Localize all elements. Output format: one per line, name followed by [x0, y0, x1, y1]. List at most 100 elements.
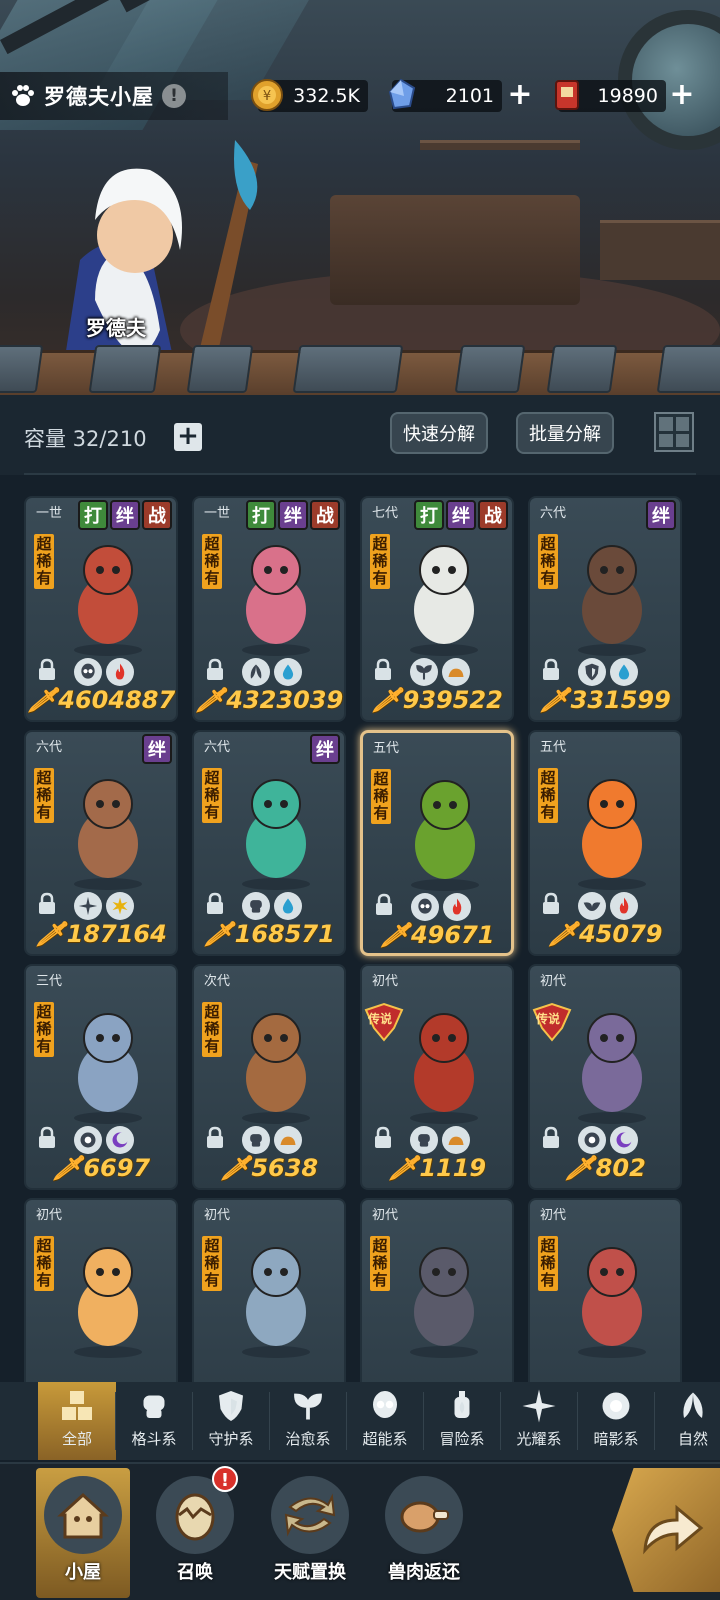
pet-card[interactable]: 五代超稀有 🗡45079: [528, 730, 682, 956]
pet-card[interactable]: 六代绊超稀有 🗡331599: [528, 496, 682, 722]
pet-tag: 战: [478, 500, 508, 530]
power-value: 939522: [402, 686, 503, 714]
lock-icon[interactable]: [540, 658, 562, 682]
info-button[interactable]: !: [162, 84, 186, 108]
filter-separator: [346, 1392, 347, 1450]
pet-tags: 打绊战: [246, 500, 340, 530]
inventory-toolbar: 容量 32/210 + 快速分解 批量分解: [0, 395, 720, 475]
pet-card[interactable]: 初代超稀有: [528, 1198, 682, 1382]
expand-capacity-button[interactable]: +: [174, 423, 202, 451]
pet-generation: 六代: [540, 506, 567, 521]
lock-icon[interactable]: [36, 892, 58, 916]
pet-tag: 绊: [446, 500, 476, 530]
pet-sprite: [578, 1013, 646, 1124]
pet-sprite: [242, 545, 310, 656]
pet-generation: 初代: [540, 974, 567, 989]
pet-tag: 打: [246, 500, 276, 530]
sun-icon: [106, 892, 134, 920]
lock-icon[interactable]: [36, 1126, 58, 1150]
pet-card[interactable]: 初代 传说 🗡802: [528, 964, 682, 1190]
light-icon: [74, 892, 102, 920]
water-icon: [274, 892, 302, 920]
pet-card[interactable]: 六代绊超稀有 🗡187164: [24, 730, 178, 956]
curved-arrow-icon: [643, 1504, 704, 1555]
add-crystal-button[interactable]: +: [506, 80, 534, 110]
filter-tab[interactable]: 超能系: [346, 1382, 424, 1460]
nav-swap-arrows[interactable]: 天赋置换: [260, 1468, 360, 1598]
pet-sprite: [410, 545, 478, 656]
wall-stone: [186, 345, 254, 393]
wing-icon: [578, 892, 606, 920]
bottom-navigation: 小屋 召唤 天赋置换 兽肉返还: [0, 1462, 720, 1600]
pet-card[interactable]: 次代超稀有 🗡5638: [192, 964, 346, 1190]
pet-power: 🗡939522: [362, 686, 512, 714]
filter-label: 自然: [677, 1430, 708, 1448]
leaf-wing-icon: [242, 658, 270, 686]
filter-tab[interactable]: 守护系: [192, 1382, 270, 1460]
pet-sprite: [578, 545, 646, 656]
house-icon: [44, 1476, 122, 1554]
power-value: 45079: [578, 920, 663, 948]
fist-icon: [410, 1126, 438, 1154]
quick-dismantle-button[interactable]: 快速分解: [390, 412, 488, 454]
gold-counter: ¥ 332.5K: [251, 79, 368, 112]
filter-tab[interactable]: 暗影系: [577, 1382, 655, 1460]
lock-icon[interactable]: [373, 893, 395, 917]
filter-tab[interactable]: 全部: [38, 1382, 116, 1460]
lock-icon[interactable]: [204, 892, 226, 916]
fire-icon: [610, 892, 638, 920]
nav-label: 天赋置换: [274, 1562, 346, 1583]
pet-sprite: [74, 545, 142, 656]
pet-power: 🗡4323039: [194, 686, 344, 714]
pet-sprite: [74, 1247, 142, 1358]
pet-card[interactable]: 初代 传说 🗡1119: [360, 964, 514, 1190]
pet-generation: 一世: [36, 506, 63, 521]
batch-dismantle-button[interactable]: 批量分解: [516, 412, 614, 454]
house-name: 罗德夫小屋: [44, 85, 154, 109]
pet-generation: 初代: [36, 1208, 63, 1223]
add-ticket-button[interactable]: +: [668, 80, 696, 110]
filter-separator: [654, 1392, 655, 1450]
lock-icon[interactable]: [204, 1126, 226, 1150]
pet-card[interactable]: 三代超稀有 🗡6697: [24, 964, 178, 1190]
filter-tab[interactable]: 冒险系: [423, 1382, 501, 1460]
lock-icon[interactable]: [36, 658, 58, 682]
lock-icon[interactable]: [204, 658, 226, 682]
house-scene: 罗德夫: [0, 0, 720, 395]
meat-icon: [385, 1476, 463, 1554]
fire-icon: [106, 658, 134, 686]
pet-card[interactable]: 一世打绊战超稀有 🗡4604887: [24, 496, 178, 722]
lock-icon[interactable]: [372, 1126, 394, 1150]
pet-card[interactable]: 五代超稀有 🗡49671: [360, 730, 514, 956]
lock-icon[interactable]: [372, 658, 394, 682]
pet-generation: 五代: [373, 741, 400, 756]
pet-sprite: [578, 1247, 646, 1358]
filter-tab[interactable]: 光耀系: [500, 1382, 578, 1460]
swap-arrows-icon: [271, 1476, 349, 1554]
pet-tag: 打: [78, 500, 108, 530]
filter-tab[interactable]: 治愈系: [269, 1382, 347, 1460]
moon-icon: [106, 1126, 134, 1154]
pet-grid: 一世打绊战超稀有 🗡4604887 一世打绊战超稀有 🗡4323039 七代打绊战超…: [24, 496, 696, 1382]
nav-house[interactable]: 小屋: [36, 1468, 130, 1598]
pet-card[interactable]: 初代超稀有: [360, 1198, 514, 1382]
next-arrow-button[interactable]: [612, 1468, 720, 1592]
pet-card[interactable]: 六代绊超稀有 🗡168571: [192, 730, 346, 956]
pet-card[interactable]: 七代打绊战超稀有 🗡939522: [360, 496, 514, 722]
pet-power: 🗡168571: [194, 920, 344, 948]
grid-cell: [659, 417, 673, 431]
filter-tab[interactable]: 自然: [654, 1382, 720, 1460]
pet-power: 🗡45079: [530, 920, 680, 948]
lock-icon[interactable]: [540, 1126, 562, 1150]
grid-view-toggle[interactable]: [654, 412, 694, 452]
pet-card[interactable]: 初代超稀有: [192, 1198, 346, 1382]
filter-tab[interactable]: 格斗系: [115, 1382, 193, 1460]
power-value: 49671: [410, 921, 495, 949]
nav-meat[interactable]: 兽肉返还: [374, 1468, 474, 1598]
pet-card[interactable]: 一世打绊战超稀有 🗡4323039: [192, 496, 346, 722]
sword-icon: 🗡: [219, 1154, 251, 1182]
lock-icon[interactable]: [540, 892, 562, 916]
pet-power: 🗡1119: [362, 1154, 512, 1182]
power-value: 168571: [234, 920, 335, 948]
pet-card[interactable]: 初代超稀有: [24, 1198, 178, 1382]
